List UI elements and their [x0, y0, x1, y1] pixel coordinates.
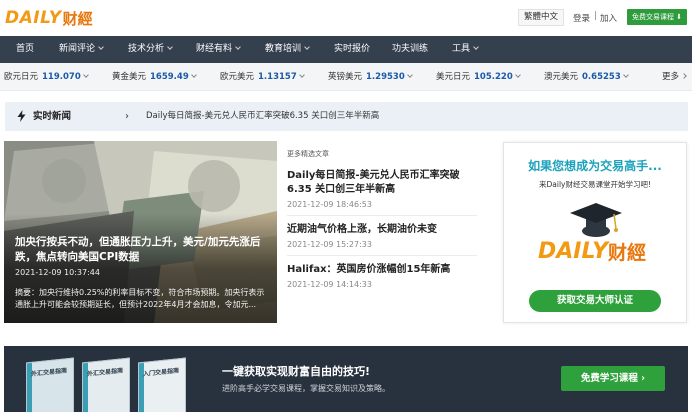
- live-news-bar: 实时新闻 › Daily每日简报-美元兑人民币汇率突破6.35 关口创三年半新高: [5, 102, 688, 131]
- free-course-button[interactable]: 免费交易课程 ⬇: [627, 9, 687, 25]
- nav-label: 首页: [16, 44, 35, 54]
- article-item[interactable]: Daily每日简报-美元兑人民币汇率突破6.35 关口创三年半新高 2021-1…: [287, 169, 477, 209]
- article-title[interactable]: 近期油气价格上涨，长期油价未变: [287, 223, 477, 237]
- chevron-down-icon: [190, 72, 197, 78]
- featured-title[interactable]: 加央行按兵不动，但通胀压力上升，美元/加元先涨后跌，焦点转向美国CPI数据: [15, 235, 270, 265]
- ticker-name: 欧元日元: [4, 72, 39, 82]
- chevron-down-icon: [473, 44, 479, 50]
- ticker-value: 1659.49: [150, 72, 189, 82]
- banner-title: 一键获取实现财富自由的技巧!: [222, 365, 371, 378]
- lightning-icon: [17, 110, 26, 122]
- chevron-right-icon[interactable]: ›: [125, 102, 129, 131]
- promo-heading: 如果您想成为交易高手...: [528, 159, 662, 173]
- article-date: 2021-12-09 15:27:33: [287, 240, 372, 249]
- nav-item-education[interactable]: 教育培训: [265, 36, 310, 63]
- ticker-item[interactable]: 欧元美元 1.13157: [220, 63, 305, 91]
- chevron-down-icon: [167, 44, 173, 50]
- nav-label: 实时报价: [334, 44, 371, 54]
- login-divider: |: [594, 11, 598, 21]
- ticker-value: 0.65253: [582, 72, 621, 82]
- ticker-value: 105.220: [474, 72, 513, 82]
- ticker-more[interactable]: 更多: [662, 63, 687, 91]
- ticker-item[interactable]: 欧元日元 119.070: [4, 63, 89, 91]
- nav-item-tools[interactable]: 工具: [452, 36, 479, 63]
- nav-item-training[interactable]: 功夫训练: [392, 36, 428, 63]
- ticker-value: 1.29530: [366, 72, 405, 82]
- ticker-value: 119.070: [42, 72, 81, 82]
- article-date: 2021-12-09 14:14:33: [287, 280, 372, 289]
- chevron-down-icon: [298, 72, 305, 78]
- more-articles-label: 更多精选文章: [287, 150, 329, 158]
- divider: [287, 255, 477, 256]
- nav-label: 工具: [452, 44, 471, 54]
- chevron-down-icon: [98, 44, 104, 50]
- main-nav: 首页 新闻评论 技术分析 财经有料 教育培训 实时报价 功夫训练 工具: [0, 36, 692, 63]
- promo-card: 如果您想成为交易高手... 来Daily财经交易课堂开始学习吧! DAILY 财…: [503, 142, 687, 323]
- ticker-item[interactable]: 英镑美元 1.29530: [328, 63, 413, 91]
- book-image: 外汇交易指南: [26, 357, 74, 412]
- live-news-label: 实时新闻: [33, 111, 72, 122]
- chevron-down-icon: [304, 44, 310, 50]
- chevron-down-icon: [514, 72, 521, 78]
- ticker-item[interactable]: 黄金美元 1659.49: [112, 63, 197, 91]
- book-image: 入门交易指南: [138, 357, 186, 412]
- ticker-value: 1.13157: [258, 72, 297, 82]
- login-link[interactable]: 登录: [573, 12, 590, 24]
- promo-subheading: 来Daily财经交易课堂开始学习吧!: [539, 180, 651, 189]
- ticker-item[interactable]: 美元日元 105.220: [436, 63, 521, 91]
- featured-article[interactable]: 加央行按兵不动，但通胀压力上升，美元/加元先涨后跌，焦点转向美国CPI数据 20…: [4, 141, 277, 323]
- graduation-cap-icon: [570, 203, 622, 237]
- article-date: 2021-12-09 18:46:53: [287, 200, 372, 209]
- nav-item-quotes[interactable]: 实时报价: [334, 36, 370, 63]
- nav-item-home[interactable]: 首页: [16, 36, 34, 63]
- course-banner[interactable]: 外汇交易指南 外汇交易指南 入门交易指南 一键获取实现财富自由的技巧! 进阶高手…: [4, 346, 688, 412]
- nav-label: 新闻评论: [59, 44, 96, 54]
- top-header: DAILY 财經 繁體中文 登录 | 加入 免费交易课程 ⬇: [0, 0, 692, 36]
- nav-label: 功夫训练: [392, 44, 429, 54]
- book-title: 入门交易指南: [143, 367, 180, 378]
- article-title[interactable]: Daily每日简报-美元兑人民币汇率突破6.35 关口创三年半新高: [287, 169, 477, 197]
- logo-text: DAILY: [538, 239, 608, 264]
- ticker-name: 澳元美元: [544, 72, 579, 82]
- nav-label: 财经有料: [196, 44, 233, 54]
- divider: [287, 215, 477, 216]
- ticker-name: 美元日元: [436, 72, 471, 82]
- live-news-headline[interactable]: Daily每日简报-美元兑人民币汇率突破6.35 关口创三年半新高: [146, 102, 379, 131]
- get-certification-button[interactable]: 获取交易大师认证: [529, 290, 661, 312]
- featured-summary: 摘要：加央行维持0.25%的利率目标不变，符合市场预期。加央行表示通胀上升可能会…: [15, 288, 265, 309]
- chevron-down-icon: [235, 44, 241, 50]
- nav-item-technical[interactable]: 技术分析: [128, 36, 173, 63]
- chevron-down-icon: [406, 72, 413, 78]
- free-learning-button[interactable]: 免费学习课程 ›: [561, 366, 665, 391]
- logo-chinese: 财經: [62, 9, 93, 28]
- join-link[interactable]: 加入: [600, 12, 617, 24]
- ticker-name: 英镑美元: [328, 72, 363, 82]
- banner-subtitle: 进阶高手必学交易课程，掌握交易知识及策略。: [222, 384, 390, 393]
- site-logo[interactable]: DAILY 财經: [5, 7, 93, 29]
- ticker-name: 黄金美元: [112, 72, 147, 82]
- chevron-down-icon: [622, 72, 629, 78]
- logo-chinese: 财經: [608, 242, 647, 264]
- article-item[interactable]: Halifax：英国房价涨幅创15年新高 2021-12-09 14:14:33: [287, 263, 477, 289]
- book-image: 外汇交易指南: [82, 357, 130, 412]
- chevron-right-icon: [681, 73, 687, 79]
- nav-item-news[interactable]: 新闻评论: [59, 36, 104, 63]
- logo-text: DAILY: [5, 8, 62, 28]
- article-title[interactable]: Halifax：英国房价涨幅创15年新高: [287, 263, 477, 277]
- book-title: 外汇交易指南: [31, 367, 68, 378]
- nav-item-finance[interactable]: 财经有料: [196, 36, 241, 63]
- chevron-down-icon: [82, 72, 89, 78]
- promo-logo: DAILY 财經: [538, 238, 646, 265]
- language-button[interactable]: 繁體中文: [518, 9, 565, 26]
- nav-label: 技术分析: [128, 44, 165, 54]
- featured-date: 2021-12-09 10:37:44: [15, 268, 100, 277]
- article-item[interactable]: 近期油气价格上涨，长期油价未变 2021-12-09 15:27:33: [287, 223, 477, 249]
- ticker-more-label: 更多: [662, 72, 680, 82]
- ticker-name: 欧元美元: [220, 72, 255, 82]
- nav-label: 教育培训: [265, 44, 302, 54]
- price-ticker: 欧元日元 119.070 黄金美元 1659.49 欧元美元 1.13157 英镑美元…: [0, 63, 692, 91]
- ticker-item[interactable]: 澳元美元 0.65253: [544, 63, 629, 91]
- book-title: 外汇交易指南: [87, 367, 124, 378]
